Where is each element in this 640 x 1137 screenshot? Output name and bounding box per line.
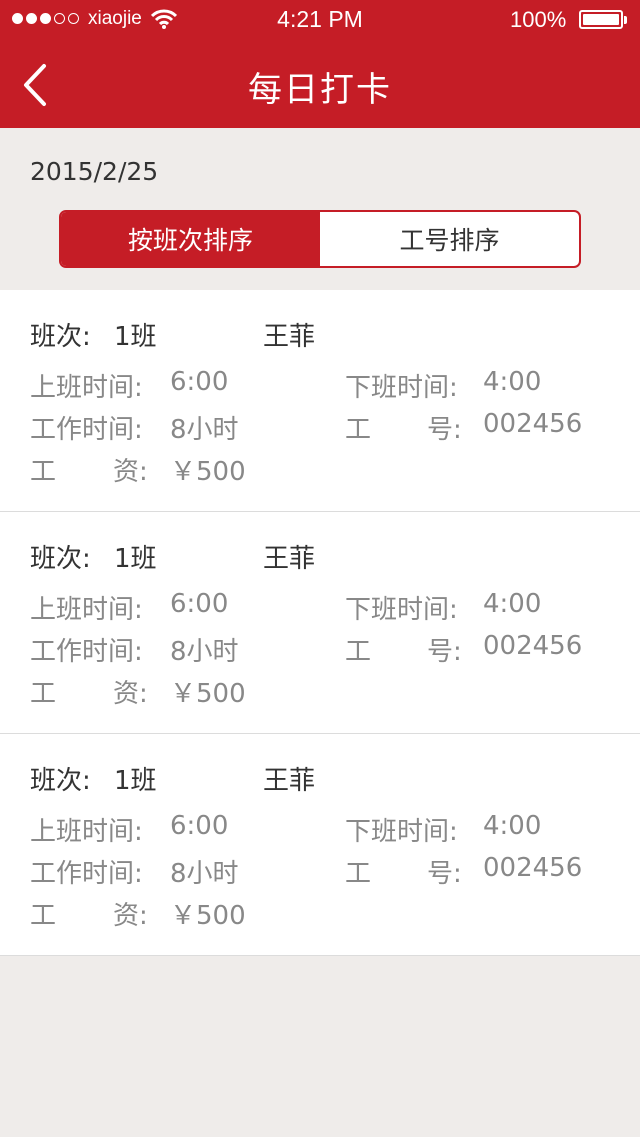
salary-value: ￥500 — [170, 901, 246, 931]
list-item[interactable]: 班次: 1班 王菲 上班时间: 6:00 下班时间: 4:00 工作时间: 8小… — [0, 290, 640, 512]
date-label: 2015/2/25 — [30, 157, 159, 186]
salary-label-first: 工 — [30, 457, 57, 487]
employee-name: 王菲 — [263, 544, 316, 574]
work-hours-value: 8小时 — [170, 859, 239, 889]
shift-value: 1班 — [114, 766, 157, 796]
work-hours-value: 8小时 — [170, 415, 239, 445]
shift-label: 班次: — [30, 766, 91, 796]
work-hours-label: 工作时间: — [30, 415, 143, 445]
work-hours-label: 工作时间: — [30, 859, 143, 889]
list-item[interactable]: 班次: 1班 王菲 上班时间: 6:00 下班时间: 4:00 工作时间: 8小… — [0, 734, 640, 956]
employee-id-value: 002456 — [483, 409, 583, 439]
salary-label-second: 资: — [113, 679, 148, 709]
shift-label: 班次: — [30, 544, 91, 574]
end-time-label: 下班时间: — [345, 817, 458, 847]
salary-label-second: 资: — [113, 457, 148, 487]
employee-name: 王菲 — [263, 322, 316, 352]
employee-id-value: 002456 — [483, 853, 583, 883]
status-bar: xiaojie 4:21 PM 100% — [0, 0, 640, 40]
work-hours-value: 8小时 — [170, 637, 239, 667]
shift-value: 1班 — [114, 322, 157, 352]
employee-id-label-second: 号: — [427, 859, 462, 889]
salary-label-first: 工 — [30, 901, 57, 931]
employee-id-value: 002456 — [483, 631, 583, 661]
salary-value: ￥500 — [170, 457, 246, 487]
salary-label-second: 资: — [113, 901, 148, 931]
employee-id-label-first: 工 — [345, 859, 372, 889]
start-time-label: 上班时间: — [30, 373, 143, 403]
list-item[interactable]: 班次: 1班 王菲 上班时间: 6:00 下班时间: 4:00 工作时间: 8小… — [0, 512, 640, 734]
salary-value: ￥500 — [170, 679, 246, 709]
record-list: 班次: 1班 王菲 上班时间: 6:00 下班时间: 4:00 工作时间: 8小… — [0, 290, 640, 956]
start-time-value: 6:00 — [170, 589, 229, 619]
tab-sort-by-shift[interactable]: 按班次排序 — [61, 212, 320, 266]
start-time-value: 6:00 — [170, 811, 229, 841]
app-header: xiaojie 4:21 PM 100% 每日打卡 — [0, 0, 640, 128]
shift-value: 1班 — [114, 544, 157, 574]
page-title: 每日打卡 — [248, 70, 392, 110]
tab-sort-by-employee-id[interactable]: 工号排序 — [320, 212, 579, 266]
end-time-label: 下班时间: — [345, 595, 458, 625]
start-time-label: 上班时间: — [30, 595, 143, 625]
work-hours-label: 工作时间: — [30, 637, 143, 667]
battery-icon — [579, 10, 623, 29]
end-time-value: 4:00 — [483, 589, 542, 619]
employee-id-label-first: 工 — [345, 415, 372, 445]
battery-percent: 100% — [510, 7, 567, 32]
start-time-label: 上班时间: — [30, 817, 143, 847]
employee-id-label-second: 号: — [427, 415, 462, 445]
start-time-value: 6:00 — [170, 367, 229, 397]
end-time-value: 4:00 — [483, 811, 542, 841]
employee-id-label-second: 号: — [427, 637, 462, 667]
salary-label-first: 工 — [30, 679, 57, 709]
end-time-value: 4:00 — [483, 367, 542, 397]
employee-id-label-first: 工 — [345, 637, 372, 667]
employee-name: 王菲 — [263, 766, 316, 796]
sort-segmented-control: 按班次排序 工号排序 — [59, 210, 581, 268]
shift-label: 班次: — [30, 322, 91, 352]
battery-tip — [624, 16, 627, 24]
end-time-label: 下班时间: — [345, 373, 458, 403]
